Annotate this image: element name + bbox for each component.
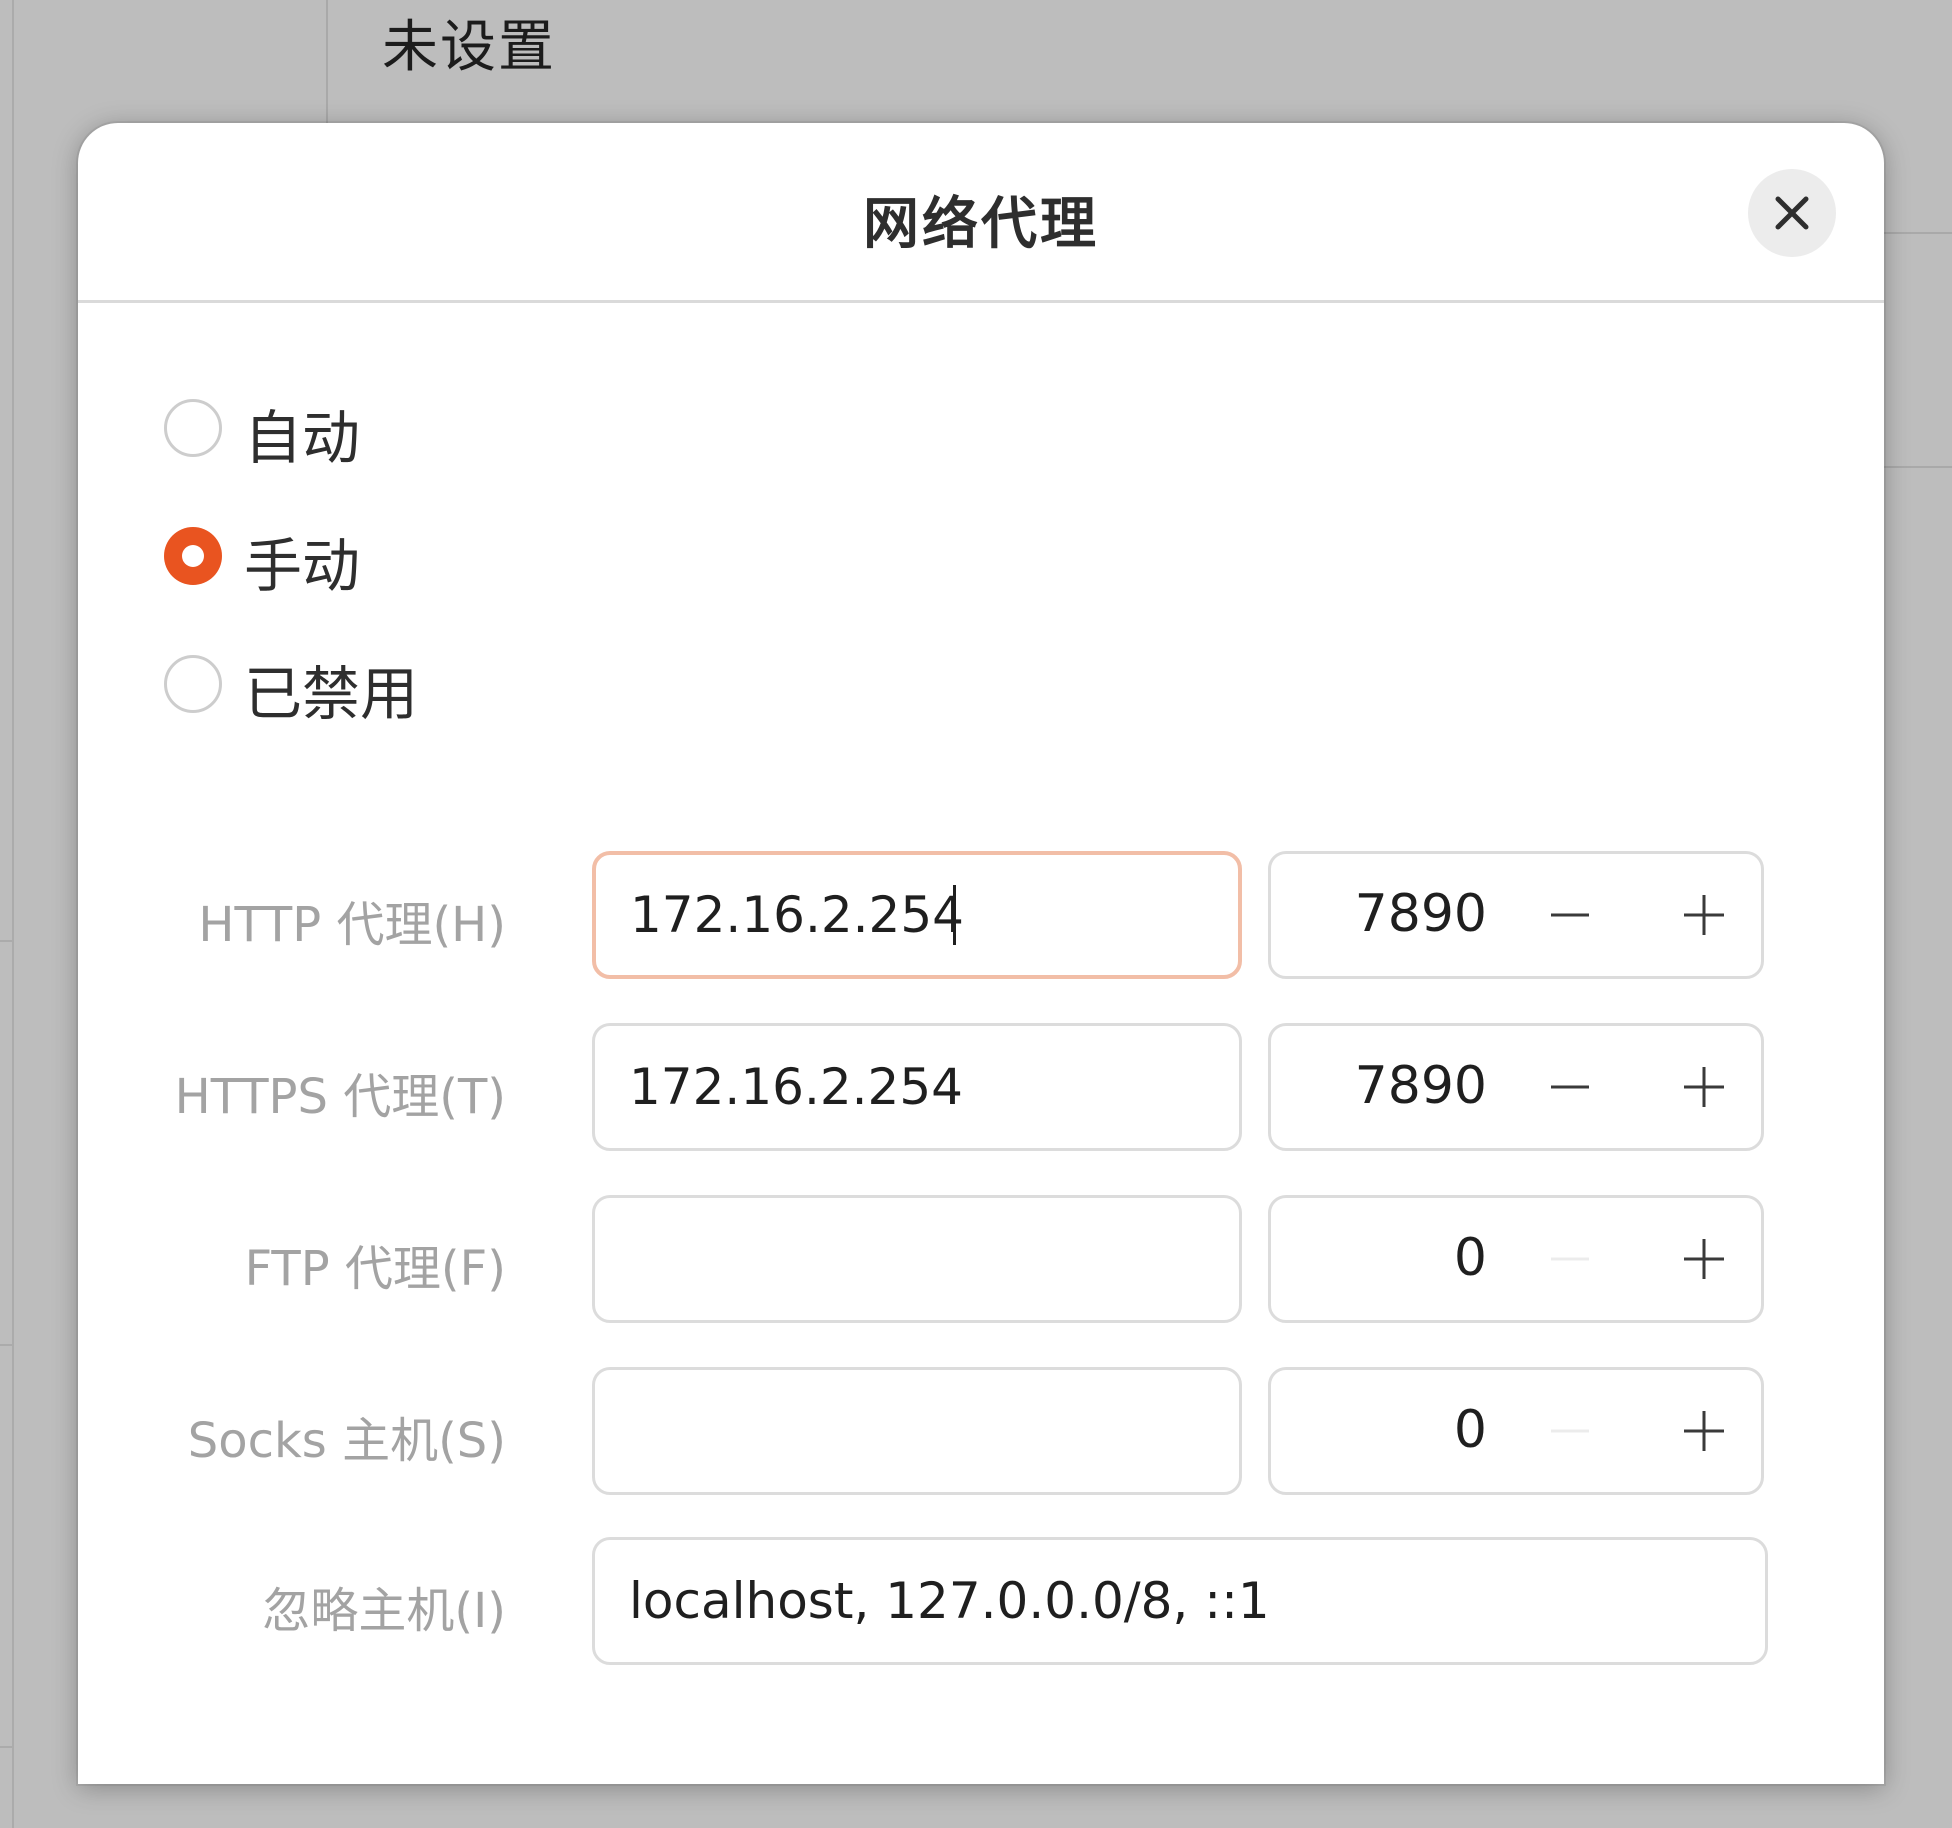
- background-row-divider: [0, 1344, 12, 1346]
- radio-label-automatic: 自动: [244, 404, 361, 472]
- radio-manual[interactable]: 手动: [164, 519, 464, 600]
- http-port-decrement-button[interactable]: [1515, 854, 1625, 976]
- socks-host-label: Socks 主机(S): [187, 1413, 506, 1469]
- https-proxy-port-spinner[interactable]: 7890: [1268, 1023, 1764, 1151]
- ftp-port-increment-button[interactable]: [1649, 1198, 1759, 1320]
- background-row-divider: [1882, 466, 1952, 468]
- socks-host-input[interactable]: [592, 1367, 1242, 1495]
- close-button[interactable]: [1748, 169, 1836, 257]
- minus-icon: [1551, 1257, 1589, 1261]
- https-proxy-label: HTTPS 代理(T): [174, 1069, 506, 1125]
- minus-icon: [1551, 913, 1589, 917]
- ftp-port-decrement-button: [1515, 1198, 1625, 1320]
- socks-port-spinner[interactable]: 0: [1268, 1367, 1764, 1495]
- http-proxy-label: HTTP 代理(H): [198, 897, 506, 953]
- background-divider: [12, 0, 14, 1828]
- radio-indicator-unchecked: [164, 399, 222, 457]
- background-status-text: 未设置: [382, 15, 556, 80]
- background-row-divider: [0, 940, 12, 942]
- ftp-proxy-port-value[interactable]: 0: [1271, 1228, 1487, 1288]
- text-cursor: [953, 885, 956, 945]
- radio-automatic[interactable]: 自动: [164, 391, 464, 472]
- ignore-hosts-label: 忽略主机(I): [262, 1583, 506, 1639]
- close-icon: [1775, 196, 1809, 230]
- ftp-proxy-port-spinner[interactable]: 0: [1268, 1195, 1764, 1323]
- network-proxy-dialog: 网络代理 自动 手动 已禁用 HTTP 代理(H) 7890: [78, 123, 1884, 1784]
- background-row-divider: [0, 1746, 12, 1748]
- radio-label-manual: 手动: [244, 532, 361, 600]
- plus-icon: [1684, 895, 1724, 935]
- https-port-decrement-button[interactable]: [1515, 1026, 1625, 1148]
- plus-icon: [1684, 1411, 1724, 1451]
- dialog-header: 网络代理: [78, 123, 1884, 303]
- radio-label-disabled: 已禁用: [244, 660, 419, 728]
- minus-icon: [1551, 1085, 1589, 1089]
- ftp-proxy-host-input[interactable]: [592, 1195, 1242, 1323]
- background-row-divider: [1882, 232, 1952, 234]
- https-proxy-host-input[interactable]: [592, 1023, 1242, 1151]
- dialog-title: 网络代理: [863, 192, 1099, 257]
- ignore-hosts-input[interactable]: [592, 1537, 1768, 1665]
- socks-port-increment-button[interactable]: [1649, 1370, 1759, 1492]
- socks-port-value[interactable]: 0: [1271, 1400, 1487, 1460]
- minus-icon: [1551, 1429, 1589, 1433]
- http-proxy-port-value[interactable]: 7890: [1271, 884, 1487, 944]
- ftp-proxy-label: FTP 代理(F): [244, 1241, 506, 1297]
- https-proxy-port-value[interactable]: 7890: [1271, 1056, 1487, 1116]
- plus-icon: [1684, 1067, 1724, 1107]
- socks-port-decrement-button: [1515, 1370, 1625, 1492]
- https-port-increment-button[interactable]: [1649, 1026, 1759, 1148]
- http-port-increment-button[interactable]: [1649, 854, 1759, 976]
- http-proxy-host-input[interactable]: [592, 851, 1242, 979]
- plus-icon: [1684, 1239, 1724, 1279]
- radio-indicator-checked: [164, 527, 222, 585]
- background-column-divider: [326, 0, 328, 125]
- radio-indicator-unchecked: [164, 655, 222, 713]
- radio-disabled[interactable]: 已禁用: [164, 647, 484, 728]
- http-proxy-port-spinner[interactable]: 7890: [1268, 851, 1764, 979]
